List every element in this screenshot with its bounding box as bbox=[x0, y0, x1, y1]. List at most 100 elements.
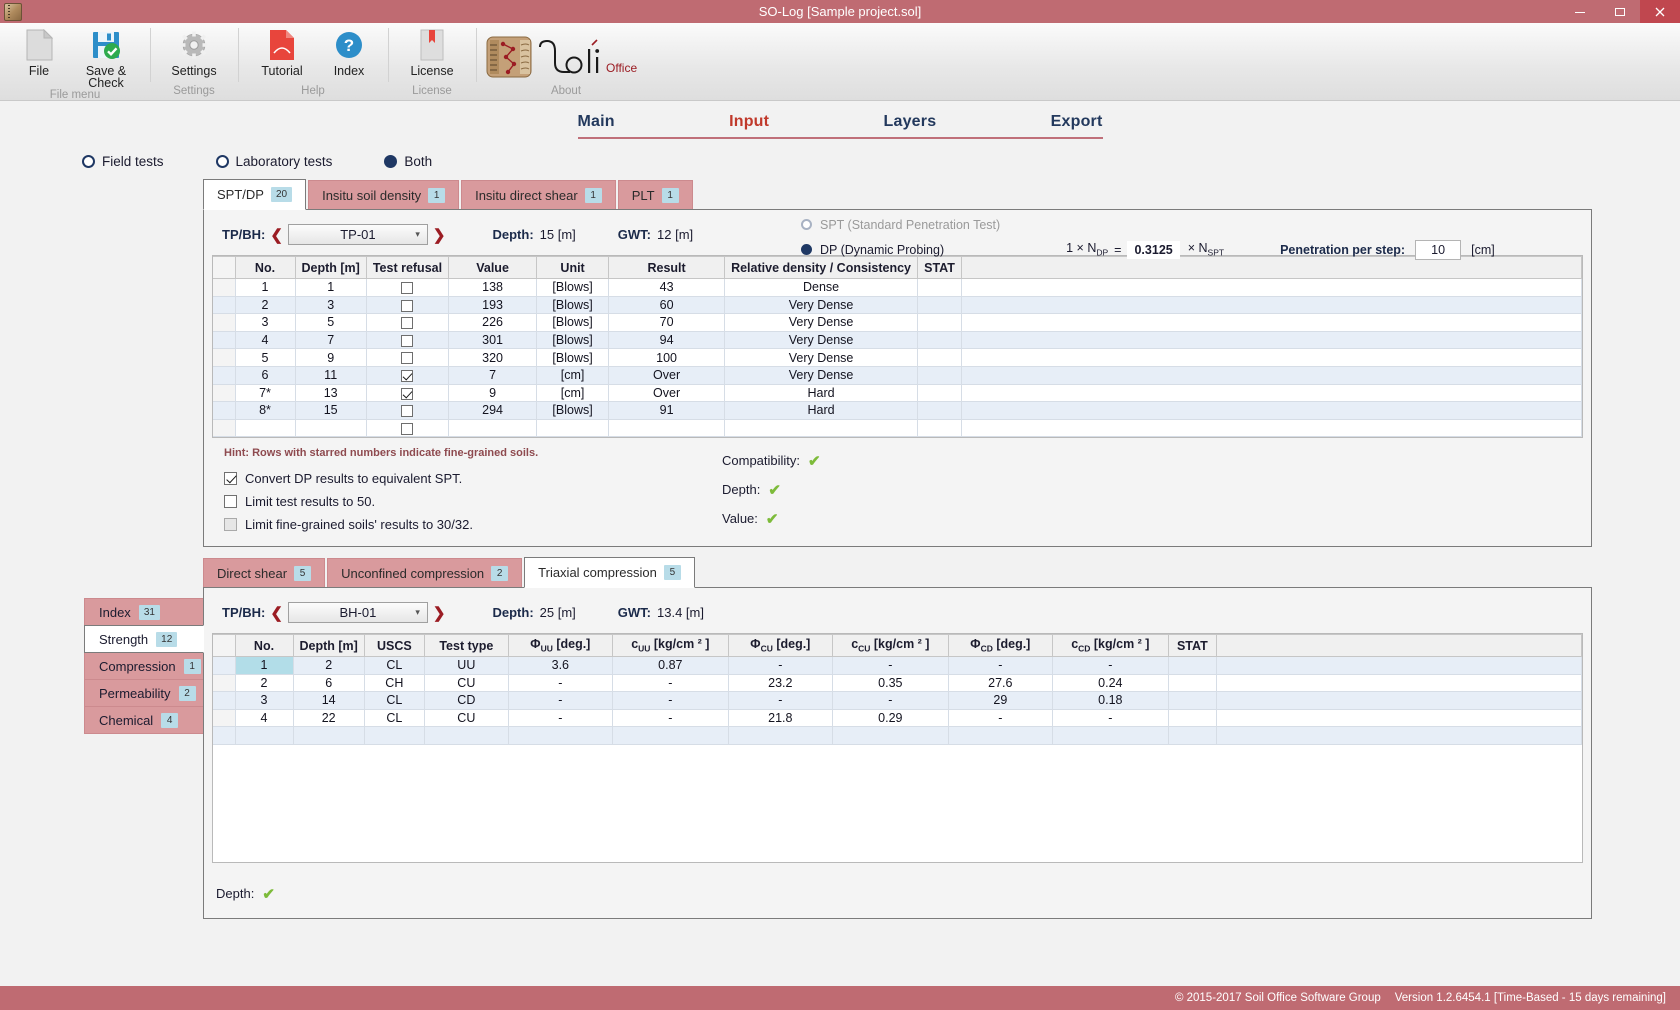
spt-cell-result[interactable]: Over bbox=[609, 384, 725, 402]
spt-th-refusal[interactable]: Test refusal bbox=[366, 257, 448, 279]
tab-spt-dp[interactable]: SPT/DP 20 bbox=[203, 179, 306, 210]
sidebar-item-index[interactable]: Index 31 bbox=[84, 598, 204, 626]
spt-cell-refusal[interactable] bbox=[366, 349, 448, 367]
lab-th-stat[interactable]: STAT bbox=[1168, 635, 1216, 657]
tab-insitu-direct-shear[interactable]: Insitu direct shear 1 bbox=[461, 180, 616, 210]
table-row[interactable]: 23193[Blows]60Very Dense bbox=[213, 296, 1582, 314]
lab-cell-depth[interactable]: 14 bbox=[293, 692, 364, 710]
sidebar-item-permeability[interactable]: Permeability 2 bbox=[84, 679, 204, 707]
maximize-button[interactable] bbox=[1600, 0, 1640, 23]
lab-cell-phi-cd[interactable]: 27.6 bbox=[948, 674, 1052, 692]
lab-th-ccd[interactable]: cCD [kg/cm ² ] bbox=[1052, 635, 1168, 657]
lab-cell-stat[interactable] bbox=[1168, 674, 1216, 692]
spt-cell-refusal[interactable] bbox=[366, 331, 448, 349]
lab-cell-c-uu[interactable] bbox=[612, 727, 728, 745]
spt-cell-relative-density[interactable]: Very Dense bbox=[725, 296, 918, 314]
spt-cell-filler[interactable] bbox=[962, 314, 1582, 332]
table-row[interactable] bbox=[213, 419, 1582, 437]
spt-cell-unit[interactable]: [Blows] bbox=[537, 296, 609, 314]
lab-chevron-left-icon[interactable]: ❮ bbox=[265, 604, 288, 622]
lab-cell-test-type[interactable]: CU bbox=[424, 674, 508, 692]
index-button[interactable]: ? Index bbox=[318, 28, 380, 77]
tutorial-button[interactable]: Tutorial bbox=[246, 28, 318, 77]
lab-cell-no[interactable]: 3 bbox=[235, 692, 293, 710]
settings-button[interactable]: Settings bbox=[158, 28, 230, 77]
spt-tpbh-select[interactable]: TP-01 ▾ bbox=[288, 224, 428, 245]
spt-cell-refusal[interactable] bbox=[366, 384, 448, 402]
license-button[interactable]: License bbox=[396, 28, 468, 77]
spt-cell-relative-density[interactable] bbox=[725, 419, 918, 437]
lab-th-testtype[interactable]: Test type bbox=[424, 635, 508, 657]
spt-cell-value[interactable] bbox=[449, 419, 537, 437]
lab-cell-depth[interactable] bbox=[293, 727, 364, 745]
lab-cell-phi-cu[interactable]: 23.2 bbox=[728, 674, 832, 692]
spt-cell-depth[interactable]: 3 bbox=[295, 296, 366, 314]
file-button[interactable]: File bbox=[8, 28, 70, 77]
sidebar-item-strength[interactable]: Strength 12 bbox=[84, 625, 204, 653]
spt-cell-result[interactable]: 60 bbox=[609, 296, 725, 314]
spt-th-no[interactable]: No. bbox=[235, 257, 295, 279]
table-row[interactable]: 6117[cm]OverVery Dense bbox=[213, 366, 1582, 384]
test-refusal-checkbox[interactable] bbox=[401, 388, 413, 400]
lab-cell-test-type[interactable]: UU bbox=[424, 657, 508, 675]
table-row[interactable]: 47301[Blows]94Very Dense bbox=[213, 331, 1582, 349]
lab-cell-phi-cd[interactable]: 29 bbox=[948, 692, 1052, 710]
conversion-factor-input[interactable]: 0.3125 bbox=[1127, 241, 1179, 259]
table-row[interactable]: 7*139[cm]OverHard bbox=[213, 384, 1582, 402]
tab-direct-shear[interactable]: Direct shear 5 bbox=[203, 558, 325, 588]
test-refusal-checkbox[interactable] bbox=[401, 317, 413, 329]
lab-cell-phi-uu[interactable]: - bbox=[508, 674, 612, 692]
lab-cell-stat[interactable] bbox=[1168, 727, 1216, 745]
lab-th-uu[interactable]: ΦUU [deg.] bbox=[508, 635, 612, 657]
radio-field-tests[interactable]: Field tests bbox=[82, 154, 164, 169]
lab-cell-no[interactable]: 2 bbox=[235, 674, 293, 692]
spt-th-result[interactable]: Result bbox=[609, 257, 725, 279]
spt-cell-stat[interactable] bbox=[918, 279, 962, 297]
lab-cell-stat[interactable] bbox=[1168, 709, 1216, 727]
spt-cell-stat[interactable] bbox=[918, 402, 962, 420]
spt-cell-no[interactable] bbox=[235, 419, 295, 437]
table-row[interactable]: 12CLUU3.60.87---- bbox=[213, 657, 1582, 675]
chevron-left-icon[interactable]: ❮ bbox=[265, 226, 288, 244]
lab-cell-phi-cu[interactable]: 21.8 bbox=[728, 709, 832, 727]
lab-cell-test-type[interactable] bbox=[424, 727, 508, 745]
lab-cell-c-cu[interactable]: 0.35 bbox=[832, 674, 948, 692]
lab-cell-depth[interactable]: 2 bbox=[293, 657, 364, 675]
spt-cell-no[interactable]: 8* bbox=[235, 402, 295, 420]
spt-cell-refusal[interactable] bbox=[366, 314, 448, 332]
lab-cell-c-cu[interactable]: - bbox=[832, 657, 948, 675]
lab-cell-uscs[interactable]: CL bbox=[364, 692, 424, 710]
spt-cell-depth[interactable]: 1 bbox=[295, 279, 366, 297]
checkbox-limit-50[interactable]: Limit test results to 50. bbox=[224, 490, 1591, 513]
lab-cell-phi-uu[interactable]: 3.6 bbox=[508, 657, 612, 675]
spt-cell-unit[interactable]: [cm] bbox=[537, 384, 609, 402]
lab-th-no[interactable]: No. bbox=[235, 635, 293, 657]
spt-cell-relative-density[interactable]: Very Dense bbox=[725, 349, 918, 367]
spt-cell-no[interactable]: 5 bbox=[235, 349, 295, 367]
spt-cell-no[interactable]: 4 bbox=[235, 331, 295, 349]
test-refusal-checkbox[interactable] bbox=[401, 352, 413, 364]
spt-cell-filler[interactable] bbox=[962, 402, 1582, 420]
lab-cell-test-type[interactable]: CD bbox=[424, 692, 508, 710]
tab-plt[interactable]: PLT 1 bbox=[618, 180, 693, 210]
lab-cell-c-uu[interactable]: 0.87 bbox=[612, 657, 728, 675]
spt-cell-result[interactable]: Over bbox=[609, 366, 725, 384]
spt-cell-value[interactable]: 9 bbox=[449, 384, 537, 402]
spt-cell-depth[interactable]: 7 bbox=[295, 331, 366, 349]
lab-cell-depth[interactable]: 22 bbox=[293, 709, 364, 727]
radio-laboratory-tests[interactable]: Laboratory tests bbox=[216, 154, 333, 169]
spt-cell-refusal[interactable] bbox=[366, 279, 448, 297]
radio-spt[interactable]: SPT (Standard Penetration Test) bbox=[801, 212, 1591, 237]
lab-cell-no[interactable]: 1 bbox=[235, 657, 293, 675]
spt-cell-refusal[interactable] bbox=[366, 296, 448, 314]
lab-cell-c-cd[interactable]: 0.24 bbox=[1052, 674, 1168, 692]
spt-cell-value[interactable]: 138 bbox=[449, 279, 537, 297]
table-row[interactable]: 8*15294[Blows]91Hard bbox=[213, 402, 1582, 420]
lab-cell-c-cd[interactable] bbox=[1052, 727, 1168, 745]
spt-cell-relative-density[interactable]: Very Dense bbox=[725, 331, 918, 349]
spt-cell-stat[interactable] bbox=[918, 419, 962, 437]
test-refusal-checkbox[interactable] bbox=[401, 300, 413, 312]
spt-cell-stat[interactable] bbox=[918, 366, 962, 384]
test-refusal-checkbox[interactable] bbox=[401, 405, 413, 417]
spt-cell-refusal[interactable] bbox=[366, 366, 448, 384]
